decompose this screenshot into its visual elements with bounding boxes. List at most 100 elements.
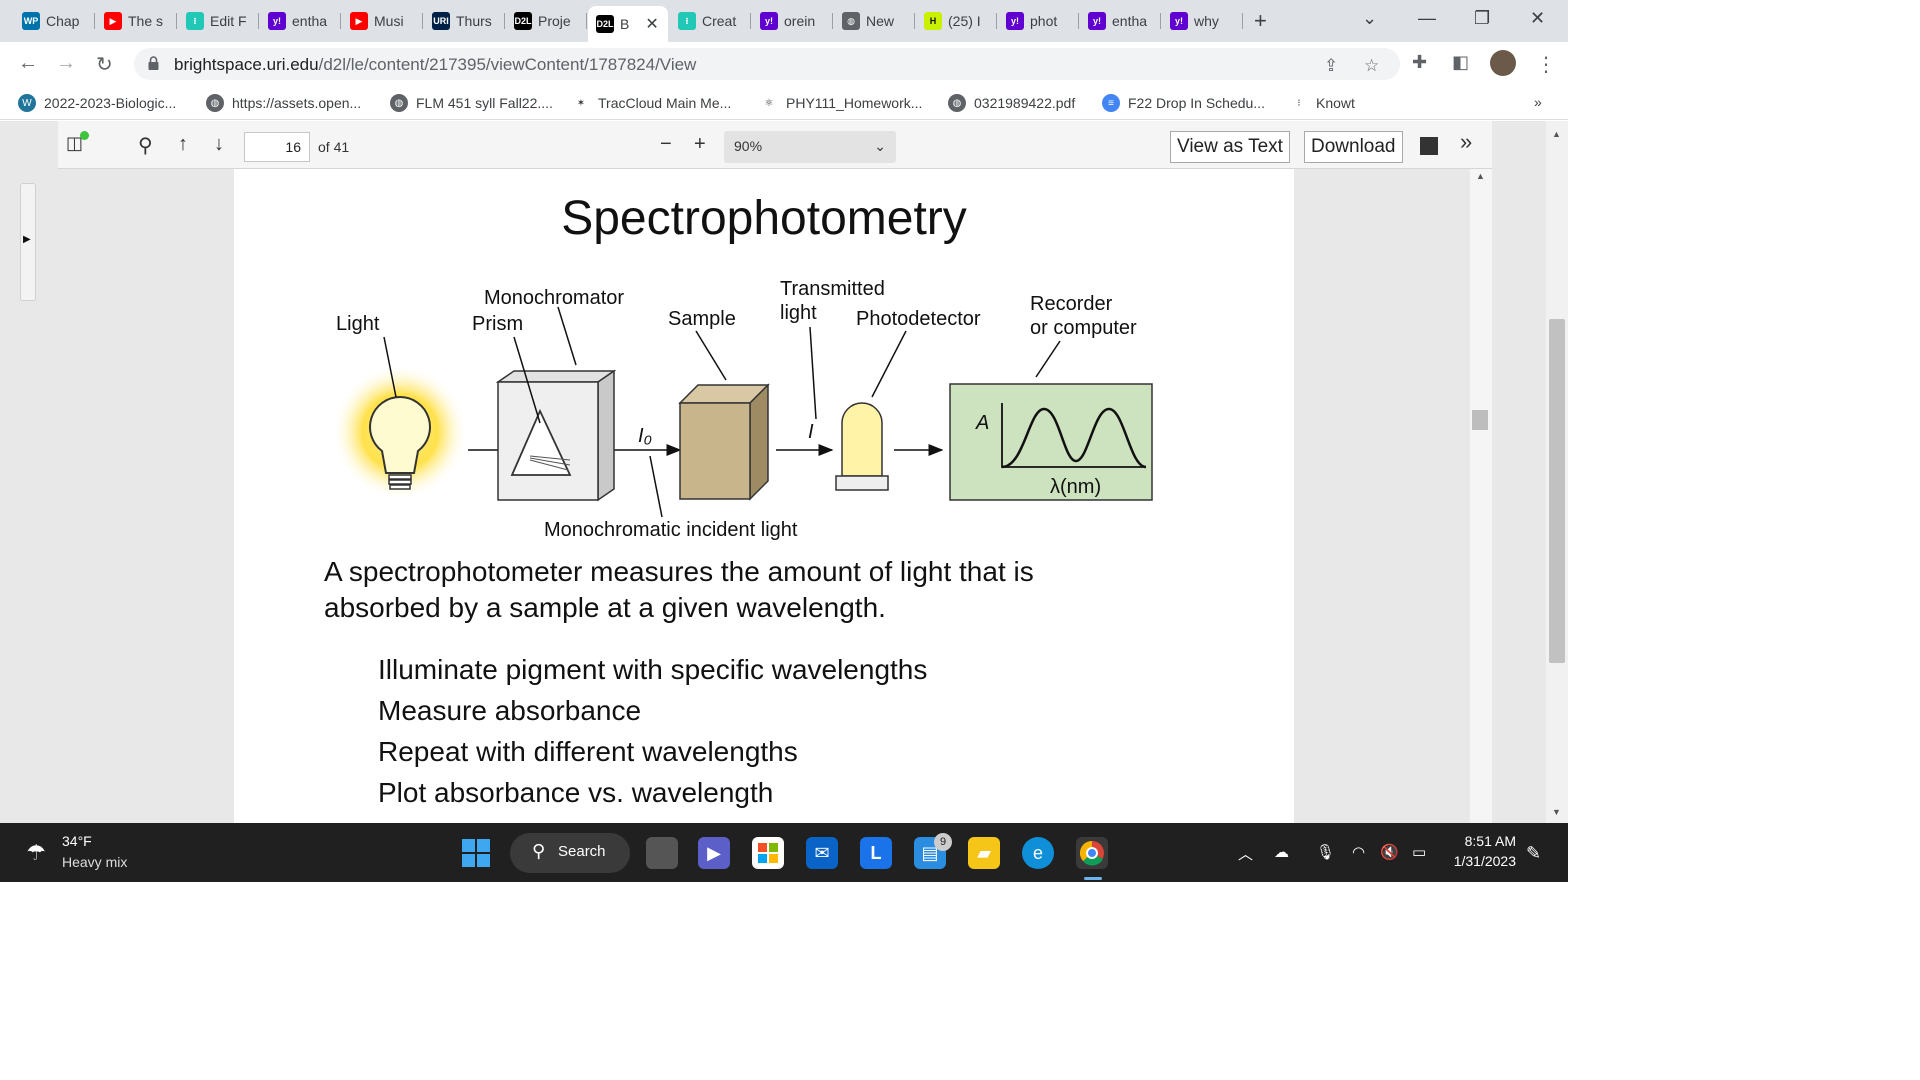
bookmark-item[interactable]: ◍ https://assets.open... — [206, 94, 361, 112]
scroll-up-icon[interactable]: ▲ — [1476, 171, 1485, 181]
knowt-icon: ⁝ — [678, 12, 696, 30]
tab-label: The s — [128, 13, 164, 29]
restore-icon[interactable]: ❐ — [1474, 8, 1490, 29]
bookmark-item[interactable]: ⁝ Knowt — [1290, 94, 1355, 112]
taskbar-search[interactable]: ⚲ Search — [510, 833, 630, 873]
reload-icon[interactable]: ↻ — [96, 52, 113, 77]
physics-icon: ⚛ — [764, 97, 774, 109]
spectrophotometer-diagram: Light Monochromator Prism Sample Transmi… — [332, 278, 1153, 541]
zoom-out-icon[interactable]: − — [660, 133, 672, 156]
tab-1[interactable]: ▶ The s — [96, 6, 177, 36]
close-window-icon[interactable]: ✕ — [1530, 8, 1545, 29]
pdf-toolbar: ◫ ⚲ ↑ ↓ 16 of 41 − + 90% ⌄ View as Text D… — [58, 121, 1492, 169]
tab-label: B — [620, 16, 630, 32]
menu-kebab-icon[interactable]: ⋮ — [1536, 52, 1556, 77]
notifications-icon[interactable]: ✎ — [1526, 843, 1541, 864]
profile-avatar[interactable] — [1490, 50, 1516, 76]
page-scroll-thumb[interactable] — [1549, 319, 1565, 663]
weather-icon[interactable]: ☂ — [20, 837, 52, 869]
microphone-icon[interactable]: 🎙 — [1316, 843, 1335, 861]
close-tab-icon[interactable]: ✕ — [645, 14, 658, 34]
clock[interactable]: 8:51 AM 1/31/2023 — [1450, 833, 1516, 869]
label-transmitted: Transmitted — [780, 278, 885, 300]
stop-icon[interactable] — [1420, 137, 1438, 155]
l-app-icon[interactable]: L — [860, 837, 892, 869]
tab-12[interactable]: y! phot — [998, 6, 1079, 36]
tab-label: orein — [784, 13, 816, 29]
tab-14[interactable]: y! why — [1162, 6, 1243, 36]
bookmarks-overflow-icon[interactable]: » — [1534, 94, 1542, 110]
tab-2[interactable]: ⁝ Edit F — [178, 6, 259, 36]
tab-9[interactable]: y! orein — [752, 6, 833, 36]
onedrive-icon[interactable]: ☁ — [1274, 843, 1289, 861]
edge-icon[interactable]: e — [1022, 837, 1054, 869]
bookmark-item[interactable]: ⚛ PHY111_Homework... — [760, 94, 923, 112]
page-scrollbar[interactable]: ▲ ▼ — [1546, 121, 1568, 823]
tab-3[interactable]: y! entha — [260, 6, 341, 36]
tab-10[interactable]: ◍ New — [834, 6, 915, 36]
tab-4[interactable]: ▶ Musi — [342, 6, 423, 36]
start-icon[interactable] — [460, 837, 492, 869]
chrome-icon[interactable] — [1076, 837, 1108, 869]
tab-0[interactable]: WP Chap — [14, 6, 95, 36]
zoom-in-icon[interactable]: + — [694, 133, 706, 156]
tab-search-icon[interactable]: ⌄ — [1362, 8, 1377, 29]
minimize-icon[interactable]: — — [1418, 8, 1436, 29]
tab-label: New — [866, 13, 895, 29]
bookmark-item[interactable]: ◍ FLM 451 syll Fall22.... — [390, 94, 553, 112]
bookmark-star-icon[interactable]: ☆ — [1364, 56, 1379, 76]
bookmark-item[interactable]: ✶ TracCloud Main Me... — [572, 94, 732, 112]
page-number-input[interactable]: 16 — [244, 132, 310, 162]
volume-muted-icon[interactable]: 🔇 — [1380, 843, 1399, 861]
globe-icon: ◍ — [948, 94, 966, 112]
bookmark-item[interactable]: ≡ F22 Drop In Schedu... — [1102, 94, 1265, 112]
address-bar[interactable]: brightspace.uri.edu/d2l/le/content/21739… — [134, 48, 1400, 80]
tab-6[interactable]: D2L Proje — [506, 6, 587, 36]
bookmark-item[interactable]: W 2022-2023-Biologic... — [18, 94, 176, 112]
knowt-icon: ⁝ — [186, 12, 204, 30]
page-scroll-down-icon[interactable]: ▼ — [1552, 807, 1561, 817]
tab-7[interactable]: D2L B ✕ — [588, 6, 668, 42]
next-page-icon[interactable]: ↓ — [214, 133, 224, 156]
browser-toolbar: ← → ↻ brightspace.uri.edu/d2l/le/content… — [0, 42, 1568, 86]
tab-8[interactable]: ⁝ Creat — [670, 6, 751, 36]
more-tools-icon[interactable]: » — [1460, 129, 1472, 155]
new-tab-button[interactable]: + — [1254, 8, 1267, 34]
wp-icon: WP — [22, 12, 40, 30]
teams-icon[interactable]: ▶ — [698, 837, 730, 869]
extensions-icon[interactable]: ✚ — [1412, 52, 1427, 73]
tab-label: Edit F — [210, 13, 247, 29]
file-explorer-icon[interactable]: ▰ — [968, 837, 1000, 869]
wifi-icon[interactable]: ◠ — [1352, 843, 1365, 861]
sidebar-toggle[interactable]: ▶ — [20, 183, 36, 301]
previous-page-icon[interactable]: ↑ — [178, 133, 188, 156]
bookmark-label: F22 Drop In Schedu... — [1128, 95, 1265, 111]
tab-label: why — [1194, 13, 1219, 29]
tab-separator — [832, 13, 833, 29]
zoom-select[interactable]: 90% ⌄ — [724, 131, 896, 163]
scroll-thumb[interactable] — [1472, 410, 1488, 430]
bookmark-item[interactable]: ◍ 0321989422.pdf — [948, 94, 1075, 112]
pdf-scrollbar[interactable]: ▲ — [1470, 169, 1492, 823]
tab-13[interactable]: y! entha — [1080, 6, 1161, 36]
weather-description: Heavy mix — [62, 854, 128, 870]
store-icon[interactable] — [752, 837, 784, 869]
page-scroll-up-icon[interactable]: ▲ — [1552, 129, 1561, 139]
side-panel-icon[interactable]: ◧ — [1452, 52, 1469, 73]
tab-11[interactable]: H (25) I — [916, 6, 997, 36]
share-icon[interactable]: ⇪ — [1324, 56, 1338, 76]
battery-icon[interactable]: ▭ — [1412, 843, 1426, 861]
forward-icon[interactable]: → — [56, 52, 76, 75]
knowt-icon: ⁝ — [1297, 97, 1301, 109]
tray-overflow-icon[interactable]: ︿ — [1238, 843, 1253, 864]
bookmark-label: https://assets.open... — [232, 95, 362, 111]
task-view-icon[interactable] — [646, 837, 678, 869]
tab-separator — [258, 13, 259, 29]
tab-5[interactable]: URI Thurs — [424, 6, 505, 36]
view-as-text-button[interactable]: View as Text — [1170, 131, 1290, 163]
search-icon[interactable]: ⚲ — [138, 133, 153, 158]
back-icon[interactable]: ← — [18, 52, 38, 75]
mail-icon[interactable]: ✉ — [806, 837, 838, 869]
download-button[interactable]: Download — [1304, 131, 1403, 163]
label-prism: Prism — [472, 313, 523, 335]
